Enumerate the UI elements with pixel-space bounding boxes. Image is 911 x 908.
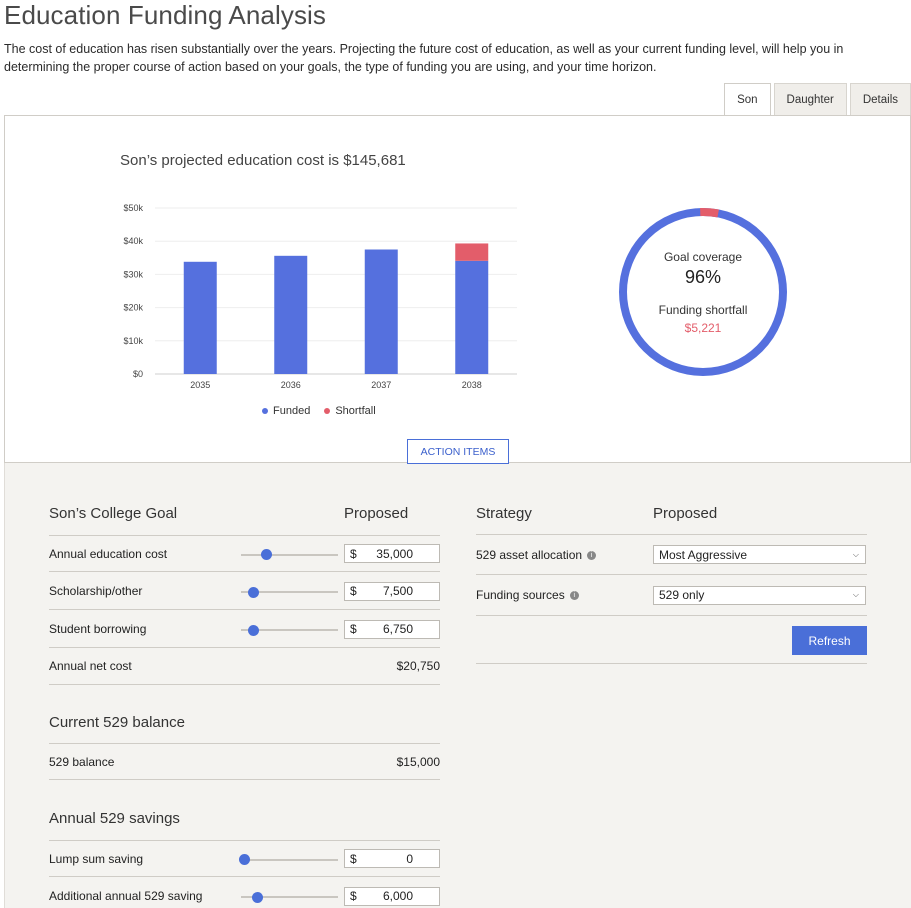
goal-coverage-label: Goal coverage <box>663 250 743 264</box>
x-tick-label: 2036 <box>281 380 301 390</box>
savings-input-value[interactable]: 6,000 <box>365 889 439 903</box>
y-tick-label: $50k <box>123 203 143 213</box>
legend-dot-funded <box>262 408 268 414</box>
asset-allocation-row: 529 asset allocation i Most Aggressive ⌵ <box>476 535 867 575</box>
x-tick-label: 2037 <box>371 380 391 390</box>
annual-529-savings-heading: Annual 529 savings <box>49 810 180 827</box>
slider-handle[interactable] <box>261 549 273 560</box>
legend-dot-shortfall <box>324 408 331 414</box>
y-tick-label: $20k <box>123 303 143 313</box>
savings-input-label: Lump sum saving <box>49 851 144 866</box>
goal-coverage-value: 96% <box>684 267 722 287</box>
funding-sources-label: Funding sources i <box>476 588 579 602</box>
bar-funded-2035 <box>183 261 217 374</box>
bar-chart: $0 $10k $20k $30k $40k $50k 2035 2036 2037 2038 <box>123 203 517 390</box>
college-goal-heading: Son’s College Goal <box>49 505 178 522</box>
annual-net-cost-label: Annual net cost <box>49 659 132 673</box>
currency-symbol: $ <box>350 851 357 866</box>
x-tick-label: 2038 <box>462 380 482 390</box>
chart-panel: Son’s projected education cost is $145,6… <box>4 115 911 463</box>
funding-sources-row: Funding sources i 529 only ⌵ <box>476 575 867 616</box>
bar-funded-2038 <box>455 260 489 374</box>
slider-handle[interactable] <box>251 891 263 903</box>
asset-allocation-label: 529 asset allocation i <box>476 548 597 562</box>
goal-proposed-heading: Proposed <box>344 505 409 522</box>
savings-input-input[interactable]: $6,000 <box>344 886 440 906</box>
currency-symbol: $ <box>350 622 357 636</box>
currency-symbol: $ <box>350 546 357 561</box>
tab-son[interactable]: Son <box>724 83 771 116</box>
funding-shortfall-label: Funding shortfall <box>658 303 748 317</box>
goal-input-row: Annual education cost $35,000 <box>49 535 440 572</box>
chevron-down-icon: ⌵ <box>852 549 859 559</box>
529-balance-value: $15,000 <box>396 754 440 769</box>
goal-coverage-donut: Goal coverage 96% Funding shortfall $5,2… <box>615 204 791 380</box>
current-529-heading: Current 529 balance <box>49 714 185 731</box>
goal-input-input[interactable]: $7,500 <box>344 581 440 601</box>
page-title: Education Funding Analysis <box>4 0 327 30</box>
goal-input-slider[interactable] <box>241 586 338 598</box>
tab-bar: Son Daughter Details <box>724 83 911 116</box>
chart-legend: Funded Shortfall <box>262 405 376 417</box>
goal-input-label: Scholarship/other <box>49 584 143 598</box>
slider-handle[interactable] <box>239 854 250 865</box>
info-icon[interactable]: i <box>587 550 597 560</box>
bar-funded-2037 <box>364 249 398 374</box>
savings-input-row: Additional annual 529 saving $6,000 <box>49 878 440 908</box>
savings-input-slider[interactable] <box>241 891 338 903</box>
goal-input-input[interactable]: $35,000 <box>344 544 440 563</box>
tab-details[interactable]: Details <box>849 83 911 116</box>
x-tick-label: 2035 <box>190 380 210 390</box>
savings-input-value[interactable]: 0 <box>365 852 439 866</box>
strategy-heading: Strategy <box>476 505 532 522</box>
y-tick-label: $0 <box>133 369 143 379</box>
529-balance-row: 529 balance $15,000 <box>49 743 440 780</box>
legend-label-shortfall: Shortfall <box>335 405 376 417</box>
goal-input-row: Student borrowing $6,750 <box>49 611 440 648</box>
goal-input-value[interactable]: 35,000 <box>365 547 439 561</box>
currency-symbol: $ <box>350 889 357 903</box>
action-items-button[interactable]: ACTION ITEMS <box>407 439 509 464</box>
goal-input-label: Student borrowing <box>49 622 147 636</box>
legend-item-shortfall: Shortfall <box>324 405 376 417</box>
annual-net-cost-row: Annual net cost $20,750 <box>49 648 440 685</box>
intro-text: The cost of education has risen substant… <box>4 42 844 74</box>
529-balance-label: 529 balance <box>49 754 115 769</box>
goal-input-row: Scholarship/other $7,500 <box>49 573 440 610</box>
legend-item-funded: Funded <box>262 405 310 417</box>
slider-handle[interactable] <box>247 586 259 598</box>
goal-input-input[interactable]: $6,750 <box>344 619 440 639</box>
funding-sources-select[interactable]: 529 only ⌵ <box>653 585 866 605</box>
chevron-down-icon: ⌵ <box>852 590 859 599</box>
savings-input-slider[interactable] <box>239 854 338 865</box>
asset-allocation-select[interactable]: Most Aggressive ⌵ <box>653 545 866 564</box>
savings-input-label: Additional annual 529 saving <box>49 889 203 903</box>
refresh-button[interactable]: Refresh <box>792 626 867 655</box>
annual-net-cost-value: $20,750 <box>396 659 440 673</box>
bar-shortfall-2038 <box>455 243 489 261</box>
goal-input-value[interactable]: 7,500 <box>365 584 439 598</box>
goal-input-slider[interactable] <box>241 549 338 560</box>
y-tick-label: $30k <box>123 269 143 279</box>
legend-label-funded: Funded <box>273 405 311 417</box>
savings-input-input[interactable]: $0 <box>344 849 440 868</box>
tab-daughter[interactable]: Daughter <box>773 83 847 116</box>
currency-symbol: $ <box>350 584 357 598</box>
y-tick-label: $40k <box>123 236 143 246</box>
settings-panel: Son’s College Goal Proposed Annual educa… <box>4 463 911 908</box>
funding-shortfall-value: $5,221 <box>684 321 722 335</box>
y-tick-label: $10k <box>123 336 143 346</box>
info-icon[interactable]: i <box>569 591 579 601</box>
goal-input-label: Annual education cost <box>49 546 168 561</box>
strategy-proposed-heading: Proposed <box>653 505 718 522</box>
bar-funded-2036 <box>274 255 308 374</box>
savings-input-row: Lump sum saving $0 <box>49 840 440 877</box>
goal-input-slider[interactable] <box>241 624 338 636</box>
goal-input-value[interactable]: 6,750 <box>365 622 439 636</box>
slider-handle[interactable] <box>247 624 259 636</box>
